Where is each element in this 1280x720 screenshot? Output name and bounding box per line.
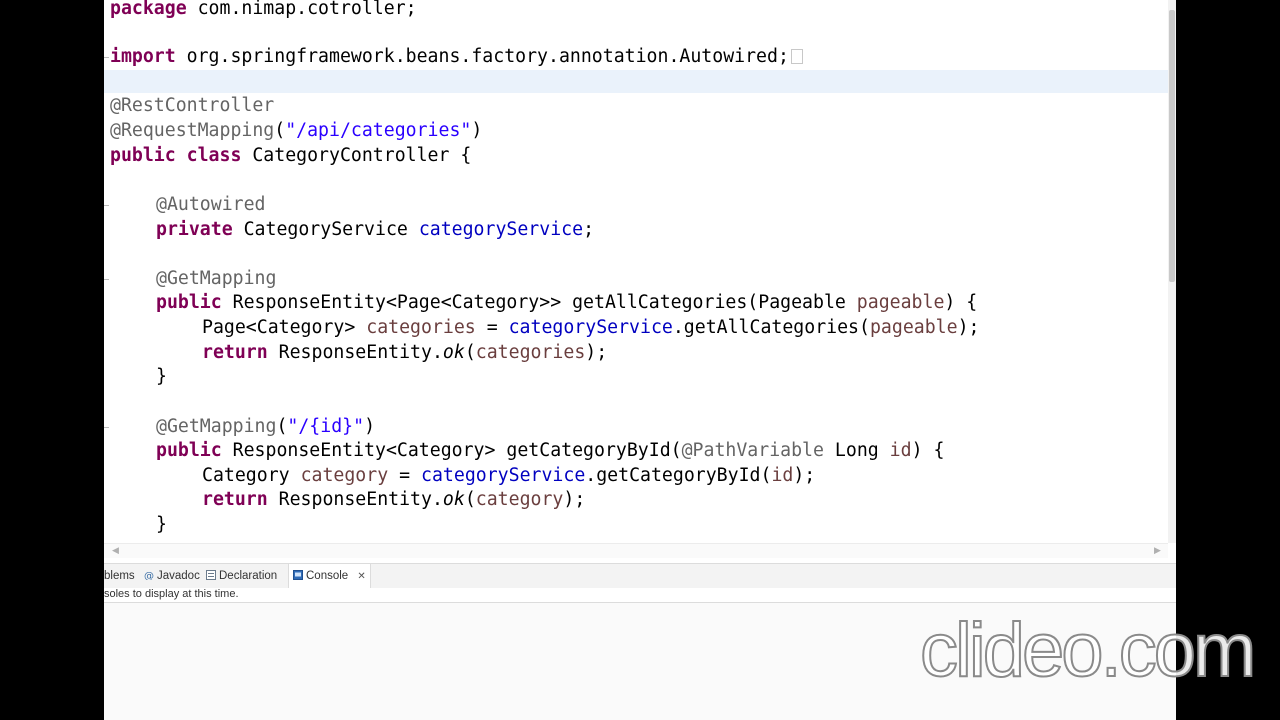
fold-marker[interactable] <box>104 205 109 206</box>
code-line-return-categories: return ResponseEntity.ok(categories); <box>202 342 608 363</box>
code-line-autowired: @Autowired <box>156 194 266 215</box>
scroll-right-icon[interactable]: ▶ <box>1154 546 1161 556</box>
code-line-method-getbyid: public ResponseEntity<Category> getCateg… <box>156 440 945 461</box>
code-line-service-field: private CategoryService categoryService; <box>156 219 595 240</box>
console-empty-message: soles to display at this time. <box>104 588 239 600</box>
close-icon[interactable]: ✕ <box>357 571 365 582</box>
current-line-highlight <box>104 70 1168 93</box>
tab-declaration[interactable]: Declaration <box>206 564 277 588</box>
bottom-panel-tabs: blems @ Javadoc Declaration Console ✕ <box>104 563 1176 589</box>
vertical-scrollbar[interactable] <box>1168 0 1176 543</box>
declaration-icon <box>206 565 216 580</box>
fold-marker[interactable] <box>104 427 109 428</box>
code-editor[interactable]: package com.nimap.cotroller; import org.… <box>104 0 1168 543</box>
code-line-return-category: return ResponseEntity.ok(category); <box>202 489 586 510</box>
collapsed-imports-box[interactable] <box>790 49 803 64</box>
console-icon <box>293 565 303 580</box>
fold-marker[interactable] <box>104 57 109 58</box>
code-line-import: import org.springframework.beans.factory… <box>110 45 803 69</box>
javadoc-icon: @ <box>144 565 154 582</box>
tab-console[interactable]: Console ✕ <box>288 564 371 588</box>
code-line-category-assign: Category category = categoryService.getC… <box>202 465 816 486</box>
code-line-request-mapping: @RequestMapping("/api/categories") <box>110 120 483 141</box>
code-line-close-brace: } <box>156 514 167 535</box>
code-line-getmapping: @GetMapping <box>156 268 277 289</box>
clideo-watermark: clideo.com <box>919 607 1257 694</box>
code-line-package: package com.nimap.cotroller; <box>110 0 417 19</box>
tab-javadoc[interactable]: @ Javadoc <box>144 564 200 588</box>
code-line-method-getall: public ResponseEntity<Page<Category>> ge… <box>156 292 978 313</box>
code-line-annotation: @RestController <box>110 95 275 116</box>
horizontal-scrollbar[interactable]: ◀ ▶ <box>104 543 1168 558</box>
scroll-left-icon[interactable]: ◀ <box>112 546 119 556</box>
fold-marker[interactable] <box>104 279 109 280</box>
code-line-class-decl: public class CategoryController { <box>110 145 472 166</box>
tab-problems[interactable]: blems <box>104 564 135 588</box>
code-line-getmapping-id: @GetMapping("/{id}") <box>156 416 376 437</box>
svg-text:@: @ <box>144 571 154 580</box>
vertical-scrollbar-thumb[interactable] <box>1169 10 1175 282</box>
code-line-close-brace: } <box>156 366 167 387</box>
code-line-page-assign: Page<Category> categories = categoryServ… <box>202 317 980 338</box>
